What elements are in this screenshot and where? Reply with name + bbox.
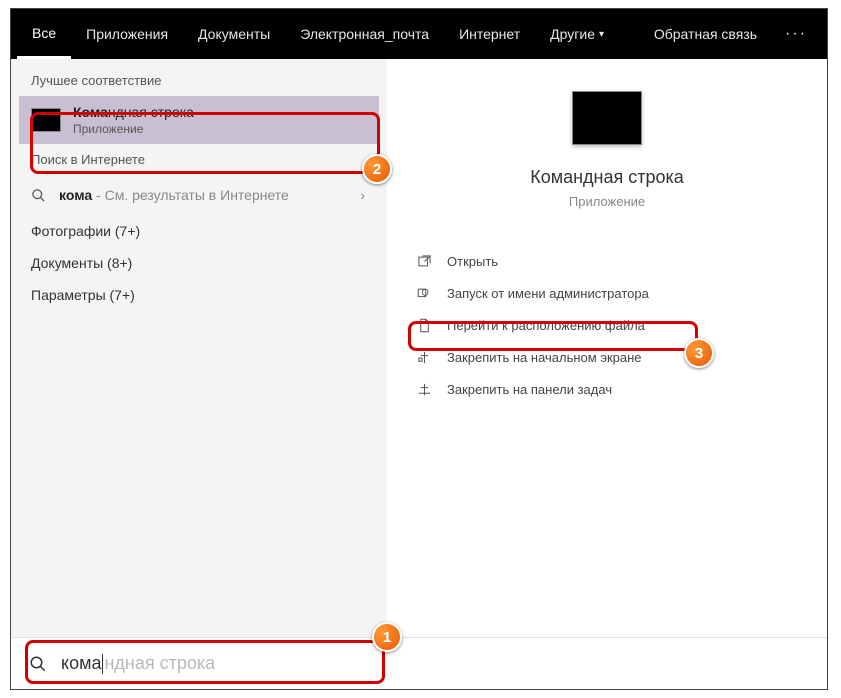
tab-documents[interactable]: Документы bbox=[183, 9, 285, 59]
web-query-bold: кома bbox=[59, 187, 92, 203]
search-typed: кома bbox=[61, 653, 101, 673]
action-pin-taskbar[interactable]: Закрепить на панели задач bbox=[407, 373, 807, 405]
best-match-container: Командная строка Приложение bbox=[11, 96, 387, 144]
search-icon bbox=[29, 655, 47, 673]
action-location-label: Перейти к расположению файла bbox=[447, 318, 645, 333]
pin-taskbar-icon bbox=[415, 381, 433, 397]
category-photos[interactable]: Фотографии (7+) bbox=[11, 215, 387, 247]
preview-pane: Командная строка Приложение Открыть Запу… bbox=[387, 59, 827, 637]
tab-email[interactable]: Электронная_почта bbox=[285, 9, 444, 59]
web-query-hint: - См. результаты в Интернете bbox=[92, 187, 289, 203]
content-area: Лучшее соответствие Командная строка При… bbox=[11, 59, 827, 637]
result-title: Командная строка bbox=[73, 104, 194, 120]
preview-title: Командная строка bbox=[530, 167, 684, 188]
chevron-right-icon: › bbox=[360, 187, 365, 203]
shield-icon bbox=[415, 285, 433, 301]
more-icon[interactable]: ··· bbox=[771, 25, 821, 43]
action-open[interactable]: Открыть bbox=[407, 245, 807, 277]
action-pin-taskbar-label: Закрепить на панели задач bbox=[447, 382, 612, 397]
category-documents[interactable]: Документы (8+) bbox=[11, 247, 387, 279]
cmd-icon bbox=[31, 108, 61, 132]
search-text: командная строка bbox=[61, 653, 215, 674]
tab-other[interactable]: Другие ▾ bbox=[535, 9, 619, 59]
search-icon bbox=[31, 188, 47, 203]
match-rest: ндная строка bbox=[108, 104, 194, 120]
feedback-link[interactable]: Обратная связь bbox=[640, 26, 771, 42]
result-command-prompt[interactable]: Командная строка Приложение bbox=[19, 96, 379, 144]
preview-header: Командная строка Приложение bbox=[407, 91, 807, 209]
action-admin-label: Запуск от имени администратора bbox=[447, 286, 649, 301]
web-search-header: Поиск в Интернете bbox=[11, 144, 387, 175]
cmd-icon-large bbox=[572, 91, 642, 145]
tab-internet[interactable]: Интернет bbox=[444, 9, 535, 59]
tab-all[interactable]: Все bbox=[17, 9, 71, 59]
search-input-bar[interactable]: командная строка bbox=[11, 637, 827, 689]
folder-icon bbox=[415, 317, 433, 333]
web-query-text: кома - См. результаты в Интернете bbox=[59, 187, 289, 203]
filter-tabs: Все Приложения Документы Электронная_поч… bbox=[11, 9, 827, 59]
best-match-header: Лучшее соответствие bbox=[11, 65, 387, 96]
result-text: Командная строка Приложение bbox=[73, 104, 194, 136]
category-settings[interactable]: Параметры (7+) bbox=[11, 279, 387, 311]
open-icon bbox=[415, 253, 433, 269]
tab-apps[interactable]: Приложения bbox=[71, 9, 183, 59]
match-highlight: Кома bbox=[73, 104, 108, 120]
action-open-label: Открыть bbox=[447, 254, 498, 269]
action-open-location[interactable]: Перейти к расположению файла bbox=[407, 309, 807, 341]
action-pin-start[interactable]: Закрепить на начальном экране bbox=[407, 341, 807, 373]
preview-subtitle: Приложение bbox=[569, 194, 645, 209]
search-panel: Все Приложения Документы Электронная_поч… bbox=[10, 8, 828, 690]
web-search-result[interactable]: кома - См. результаты в Интернете › bbox=[19, 177, 379, 213]
tab-other-label: Другие bbox=[550, 26, 595, 42]
pin-start-icon bbox=[415, 349, 433, 365]
results-list: Лучшее соответствие Командная строка При… bbox=[11, 59, 387, 637]
result-subtitle: Приложение bbox=[73, 122, 194, 136]
actions-list: Открыть Запуск от имени администратора П… bbox=[407, 245, 807, 405]
action-run-as-admin[interactable]: Запуск от имени администратора bbox=[407, 277, 807, 309]
action-pin-start-label: Закрепить на начальном экране bbox=[447, 350, 642, 365]
search-ghost: ндная строка bbox=[104, 653, 215, 673]
chevron-down-icon: ▾ bbox=[599, 29, 604, 40]
